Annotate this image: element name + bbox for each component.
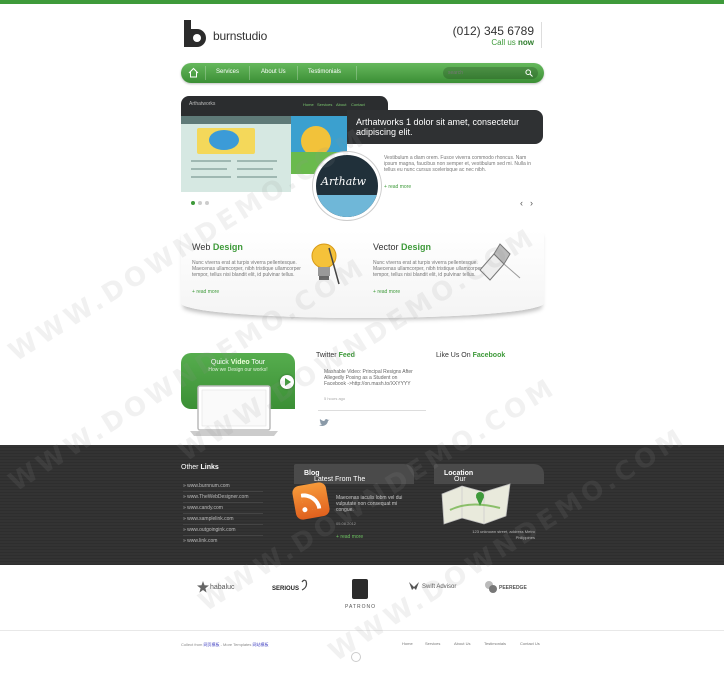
call-us-label: Call us now [491, 38, 534, 47]
twitter-bird-icon[interactable] [318, 418, 330, 428]
footer-link-divider [183, 535, 263, 536]
footer-nav-testimonials[interactable]: Testimonials [484, 641, 506, 646]
footer-link[interactable]: » www.samplelink.com [183, 516, 234, 522]
circles-logo-icon [485, 581, 497, 593]
location-title: Our Location [444, 470, 474, 483]
slider-dot[interactable] [198, 201, 202, 205]
top-accent-bar [0, 0, 724, 4]
footer-link-divider [183, 524, 263, 525]
nav-separator [356, 66, 357, 80]
facebook-title: Like Us On Facebook [436, 352, 506, 359]
nav-item-services[interactable]: Services [216, 69, 239, 75]
slider-next-arrow[interactable]: › [530, 198, 533, 208]
main-nav: Services About Us Testimonials [181, 63, 544, 83]
map-icon[interactable] [440, 482, 512, 526]
slide-frame-menu-item: Contact [351, 102, 365, 107]
feature-read-more-link[interactable]: + read more [192, 289, 219, 295]
logo-text[interactable]: burnstudio [213, 29, 267, 43]
feature-read-more-link[interactable]: + read more [373, 289, 400, 295]
magnifier-text: Arthatw [321, 175, 367, 188]
slide-caption-box: Arthatworks 1 dolor sit amet, consectetu… [347, 110, 543, 144]
slide-read-more-link[interactable]: + read more [384, 184, 411, 190]
slide-frame-title: Arthatworks [189, 101, 216, 107]
client-logo-peeredge[interactable]: PEEREDGE [499, 585, 527, 591]
more-templates-link[interactable]: 网站模板 [253, 642, 269, 647]
logo-icon[interactable] [181, 18, 211, 48]
client-logo-patrono[interactable]: PATRONO [345, 604, 376, 610]
footer-nav-services[interactable]: Services [425, 641, 440, 646]
footer-link[interactable]: » www.burnnum.com [183, 483, 230, 489]
search-icon[interactable] [525, 69, 533, 77]
footer-link[interactable]: » www.candy.com [183, 505, 223, 511]
feature-text: Nunc viverra erat at turpis viverra pell… [192, 260, 301, 278]
footer-nav-about-us[interactable]: About Us [454, 641, 470, 646]
blog-title: Latest From The Blog [304, 470, 366, 483]
nav-item-about-us[interactable]: About Us [261, 69, 286, 75]
slider-dot-active[interactable] [191, 201, 195, 205]
footer-nav-contact-us[interactable]: Contact Us [520, 641, 540, 646]
footer-link[interactable]: » www.link.com [183, 538, 217, 544]
slide-frame-menu-item: Services [317, 102, 333, 107]
nav-separator [249, 66, 250, 80]
swirl-logo-icon [301, 579, 308, 591]
slide-description: Vestibulum a diam orem. Fusce viverra co… [384, 155, 532, 173]
footer-nav-home[interactable]: Home [402, 641, 413, 646]
tweet-divider [318, 410, 426, 411]
footer-link[interactable]: » www.TheWebDesigner.com [183, 494, 249, 500]
home-icon[interactable] [188, 67, 199, 78]
footer-link-divider [183, 491, 263, 492]
search-input[interactable] [448, 68, 518, 78]
phone-block: (012) 345 6789 Call us now [453, 24, 534, 47]
client-logo-serious[interactable]: SERIOUS [272, 586, 299, 592]
slide-caption: Arthatworks 1 dolor sit amet, consectetu… [356, 117, 520, 137]
slider-dot[interactable] [205, 201, 209, 205]
feature-title-vector-design: Vector Design [373, 242, 432, 252]
slider-prev-arrow[interactable]: ‹ [520, 198, 523, 208]
footer-link-divider [183, 513, 263, 514]
nav-item-testimonials[interactable]: Testimonials [308, 69, 341, 75]
nav-separator [205, 66, 206, 80]
copyright-link[interactable]: 网页模板 [203, 642, 219, 647]
copyright-text: Collect from 网页模板 - More Templates 网站模板 [181, 642, 269, 647]
header-divider [541, 22, 542, 48]
slide-frame-menu-item: About [336, 102, 347, 107]
search-box [443, 67, 538, 79]
patrono-logo-icon [352, 579, 368, 599]
phone-number: (012) 345 6789 [452, 24, 534, 38]
other-links-title: Other Links [181, 464, 219, 471]
footer-link-divider [183, 502, 263, 503]
nav-separator [297, 66, 298, 80]
tweet-time: 5 hours ago [324, 396, 346, 401]
footer-link[interactable]: » www.outgoingink.com [183, 527, 236, 533]
slide-frame-menu-item: Home [303, 102, 314, 107]
